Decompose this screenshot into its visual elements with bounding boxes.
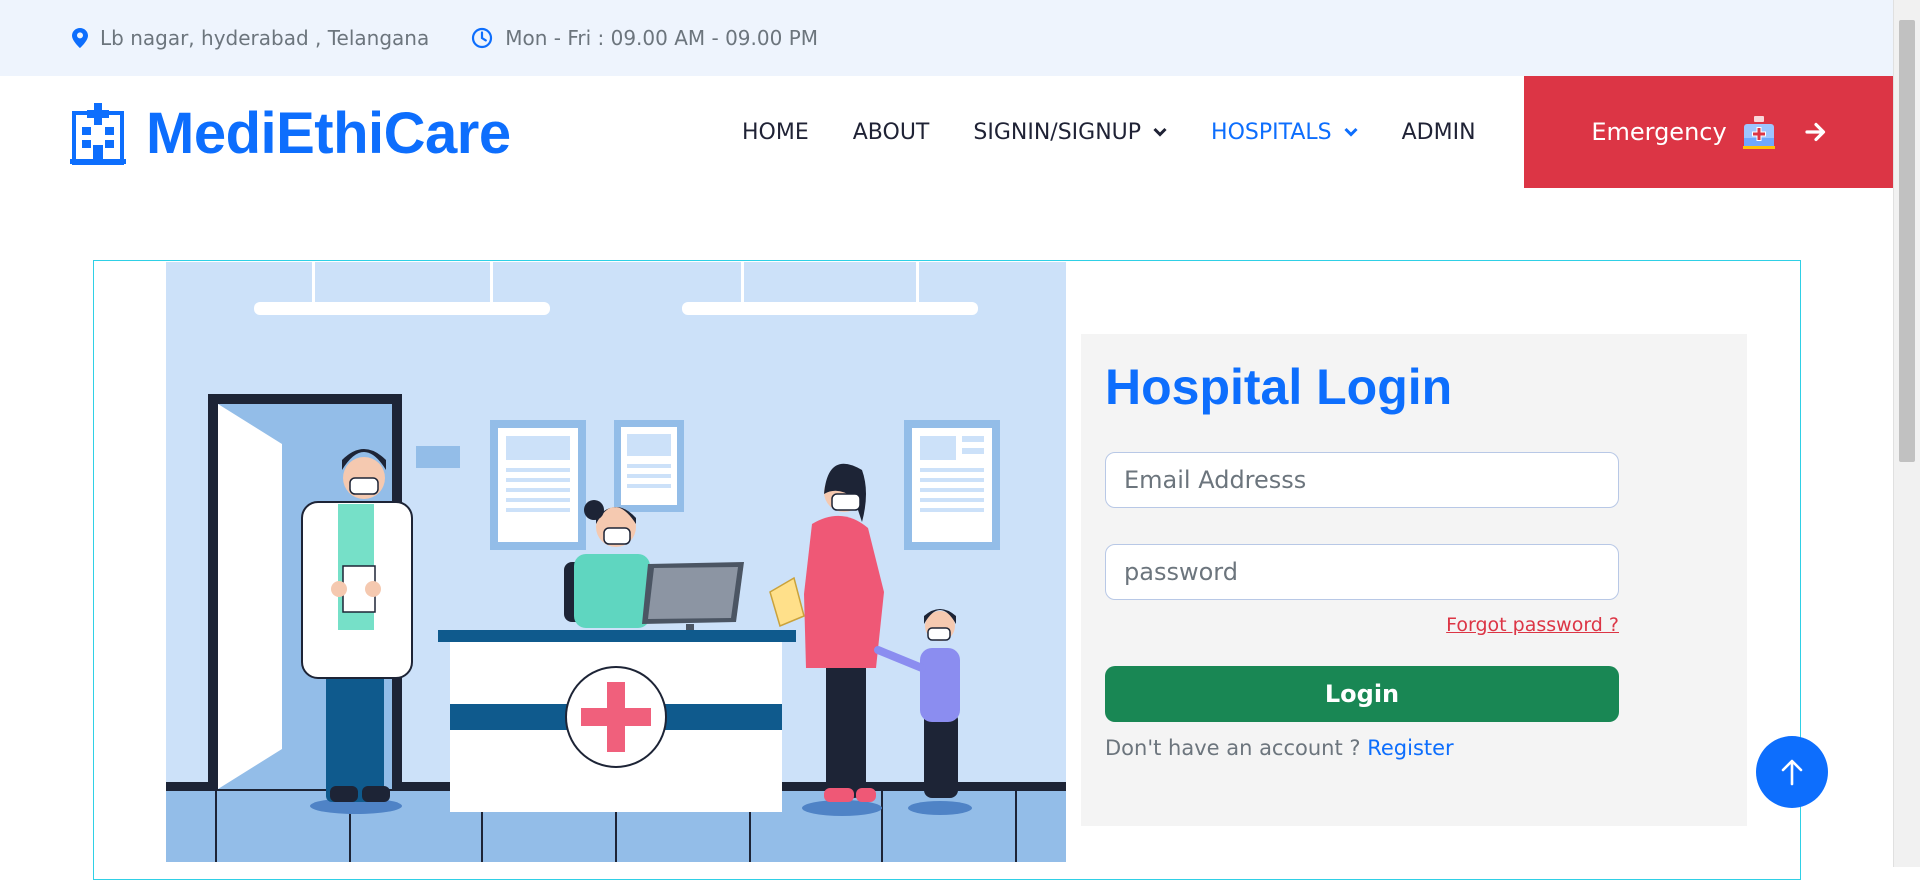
hours-info: Mon - Fri : 09.00 AM - 09.00 PM — [471, 26, 818, 50]
address-info: Lb nagar, hyderabad , Telangana — [72, 26, 429, 50]
chevron-down-icon — [1344, 127, 1358, 137]
scrollbar-thumb[interactable] — [1899, 20, 1915, 462]
map-pin-icon — [72, 28, 88, 48]
email-field[interactable] — [1105, 452, 1619, 508]
hospital-reception-illustration — [166, 262, 1066, 862]
arrow-right-icon — [1805, 122, 1827, 142]
forgot-password-link[interactable]: Forgot password ? — [1446, 614, 1619, 636]
nav-signin-signup-dropdown[interactable]: SIGNIN/SIGNUP — [973, 120, 1167, 145]
nav-signin-label: SIGNIN/SIGNUP — [973, 119, 1142, 145]
brand-name: MediEthiCare — [146, 101, 511, 166]
brand-logo-link[interactable]: MediEthiCare — [70, 100, 511, 167]
nav-home[interactable]: HOME — [742, 120, 809, 145]
arrow-up-icon — [1781, 759, 1803, 786]
password-field[interactable] — [1105, 544, 1619, 600]
register-link[interactable]: Register — [1367, 736, 1453, 760]
nav-about[interactable]: ABOUT — [853, 120, 930, 145]
top-info-bar: Lb nagar, hyderabad , Telangana Mon - Fr… — [0, 0, 1894, 76]
register-prompt: Don't have an account ? Register — [1105, 736, 1454, 760]
nav-admin[interactable]: ADMIN — [1402, 120, 1476, 145]
chevron-down-icon — [1153, 127, 1167, 137]
hours-text: Mon - Fri : 09.00 AM - 09.00 PM — [505, 26, 819, 50]
nav-hospitals-dropdown[interactable]: HOSPITALS — [1211, 120, 1358, 145]
ambulance-icon — [1741, 114, 1777, 150]
nav-hospitals-label: HOSPITALS — [1211, 119, 1332, 145]
page-scrollbar[interactable] — [1893, 0, 1920, 867]
emergency-button[interactable]: Emergency — [1524, 76, 1894, 188]
login-title: Hospital Login — [1105, 359, 1453, 415]
navbar: MediEthiCare HOME ABOUT SIGNIN/SIGNUP HO… — [0, 76, 1894, 190]
clock-icon — [471, 27, 493, 49]
main-nav: HOME ABOUT SIGNIN/SIGNUP HOSPITALS ADMIN — [742, 76, 1476, 188]
emergency-label: Emergency — [1591, 118, 1727, 146]
no-account-text: Don't have an account ? — [1105, 736, 1368, 760]
login-panel: Hospital Login Forgot password ? Login D… — [1081, 334, 1747, 826]
address-text: Lb nagar, hyderabad , Telangana — [100, 26, 430, 50]
back-to-top-button[interactable] — [1756, 736, 1828, 808]
hospital-building-icon — [70, 102, 126, 165]
login-button[interactable]: Login — [1105, 666, 1619, 722]
